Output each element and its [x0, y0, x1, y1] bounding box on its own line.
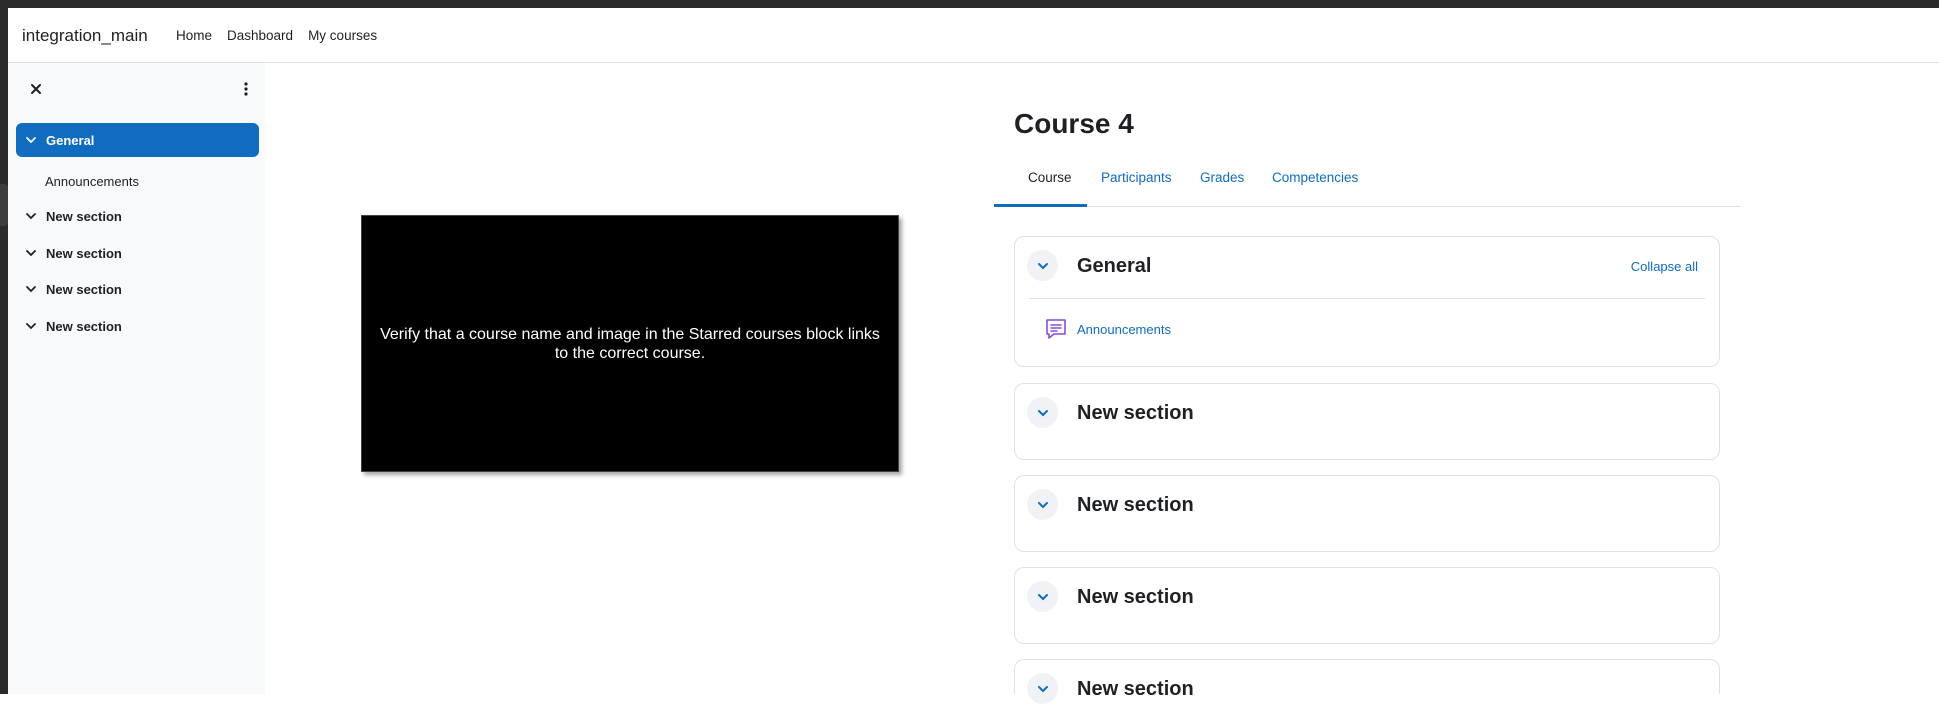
course-index-item-new-section[interactable]: New section [16, 309, 259, 343]
section-title[interactable]: New section [1077, 402, 1194, 425]
course-section-general: General Collapse all Announcements [1014, 236, 1720, 367]
course-section: New section [1014, 659, 1720, 704]
tab-participants[interactable]: Participants [1101, 170, 1172, 185]
close-drawer-button[interactable] [26, 79, 46, 99]
secondary-navigation-tabs: Course Participants Grades Competencies [994, 160, 1740, 207]
section-title[interactable]: New section [1077, 586, 1194, 609]
chevron-down-icon[interactable] [24, 246, 38, 260]
window-edge-handle [0, 184, 8, 226]
course-index-item-new-section[interactable]: New section [16, 199, 259, 233]
section-toggle-button[interactable] [1027, 250, 1058, 281]
section-title[interactable]: General [1077, 255, 1151, 278]
chevron-down-icon[interactable] [24, 282, 38, 296]
section-title[interactable]: New section [1077, 678, 1194, 701]
course-index-item-label: New section [46, 281, 122, 297]
chevron-down-icon [1037, 685, 1048, 692]
section-title[interactable]: New section [1077, 494, 1194, 517]
course-index-item-label: New section [46, 245, 122, 261]
test-description-text: Verify that a course name and image in t… [380, 325, 880, 362]
chevron-down-icon [1037, 409, 1048, 416]
tab-course[interactable]: Course [1028, 170, 1072, 185]
close-icon [31, 84, 41, 94]
collapse-all-link[interactable]: Collapse all [1631, 259, 1698, 274]
course-index-activity-announcements[interactable]: Announcements [45, 174, 139, 189]
course-section: New section [1014, 475, 1720, 552]
course-index-item-new-section[interactable]: New section [16, 272, 259, 306]
section-toggle-button[interactable] [1027, 489, 1058, 520]
section-toggle-button[interactable] [1027, 397, 1058, 428]
chevron-down-icon [1037, 501, 1048, 508]
window-top-bar [0, 0, 1939, 8]
tab-competencies[interactable]: Competencies [1272, 170, 1358, 185]
kebab-menu-icon [244, 82, 248, 96]
chevron-down-icon [1037, 262, 1048, 269]
active-tab-indicator [994, 204, 1087, 207]
activity-item: Announcements [1043, 316, 1171, 342]
course-section: New section [1014, 567, 1720, 644]
nav-link-home[interactable]: Home [176, 28, 212, 43]
nav-link-my-courses[interactable]: My courses [308, 28, 377, 43]
page-title: Course 4 [1014, 108, 1134, 139]
course-index-item-label: General [46, 132, 95, 148]
nav-link-dashboard[interactable]: Dashboard [227, 28, 293, 43]
chevron-down-icon[interactable] [24, 133, 38, 147]
section-toggle-button[interactable] [1027, 581, 1058, 612]
section-toggle-button[interactable] [1027, 673, 1058, 704]
tab-grades[interactable]: Grades [1200, 170, 1244, 185]
course-index-drawer: General Announcements New section New se… [8, 63, 265, 694]
course-index-item-general[interactable]: General [16, 123, 259, 157]
chevron-down-icon[interactable] [24, 209, 38, 223]
course-index-item-new-section[interactable]: New section [16, 236, 259, 270]
site-brand[interactable]: integration_main [22, 26, 148, 46]
chevron-down-icon [1037, 593, 1048, 600]
forum-icon [1046, 319, 1066, 339]
top-navbar: integration_main Home Dashboard My cours… [8, 8, 1939, 63]
window-left-edge [0, 8, 8, 694]
section-divider [1029, 298, 1705, 299]
test-description-overlay: Verify that a course name and image in t… [361, 215, 899, 472]
course-index-item-label: New section [46, 318, 122, 334]
course-section: New section [1014, 383, 1720, 460]
chevron-down-icon[interactable] [24, 319, 38, 333]
drawer-menu-button[interactable] [236, 79, 256, 99]
course-index-item-label: New section [46, 208, 122, 224]
activity-link-announcements[interactable]: Announcements [1077, 322, 1171, 337]
primary-navigation: Home Dashboard My courses [176, 28, 377, 43]
